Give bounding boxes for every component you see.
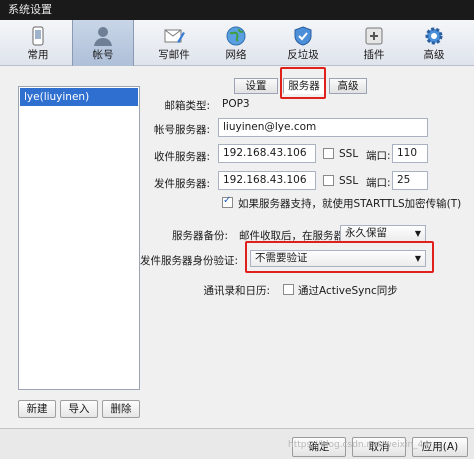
plugin-icon (365, 27, 383, 45)
starttls-checkbox[interactable] (222, 195, 233, 208)
account-server-input[interactable]: liuyinen@lye.com (218, 118, 428, 137)
compose-icon (164, 29, 185, 43)
outgoing-server-label: 发件服务器: (153, 178, 210, 190)
incoming-port-input[interactable]: 110 (392, 144, 428, 163)
mailbox-type-value: POP3 (222, 98, 250, 110)
toolbar-item-advanced[interactable]: 高级 (412, 20, 456, 66)
delete-account-button[interactable]: 删除 (102, 400, 140, 418)
toolbar-label: 常用 (27, 49, 49, 61)
toolbar-label: 反垃圾 (287, 49, 319, 61)
tab-advanced[interactable]: 高级 (329, 78, 367, 94)
shield-icon (294, 26, 312, 46)
toolbar-label: 写邮件 (158, 49, 190, 61)
starttls-label: 如果服务器支持，就使用STARTTLS加密传输(T) (238, 198, 462, 210)
window-title: 系统设置 (8, 3, 52, 16)
phone-icon (32, 26, 44, 46)
backup-label: 服务器备份: (171, 230, 228, 242)
highlight-box-smtp-auth (245, 241, 434, 273)
contacts-calendar-label: 通讯录和日历: (203, 285, 270, 297)
highlight-box-server-tab (280, 67, 326, 99)
outgoing-ssl-label: SSL (339, 175, 359, 187)
incoming-ssl-checkbox[interactable] (323, 148, 334, 159)
backup-select[interactable]: 永久保留 ▼ (340, 225, 426, 242)
toolbar-item-compose[interactable]: 写邮件 (150, 20, 198, 66)
gear-icon (425, 27, 443, 45)
toolbar-label: 帐号 (92, 49, 114, 61)
incoming-server-label: 收件服务器: (153, 151, 210, 163)
settings-toolbar: 常用 帐号 写邮件 网络 反垃圾 插件 高级 (0, 20, 474, 66)
new-account-button[interactable]: 新建 (18, 400, 56, 418)
smtp-auth-label: 发件服务器身份验证: (139, 255, 238, 267)
globe-icon (226, 26, 246, 46)
outgoing-port-input[interactable]: 25 (392, 171, 428, 190)
toolbar-label: 高级 (423, 49, 445, 61)
toolbar-label: 网络 (225, 49, 247, 61)
mailbox-type-label: 邮箱类型: (164, 100, 210, 112)
user-icon (94, 27, 112, 46)
toolbar-item-general[interactable]: 常用 (16, 20, 60, 66)
outgoing-ssl-checkbox[interactable] (323, 175, 334, 186)
toolbar-item-account[interactable]: 帐号 (72, 20, 134, 66)
backup-select-value: 永久保留 (345, 227, 387, 239)
toolbar-item-network[interactable]: 网络 (214, 20, 258, 66)
toolbar-item-antispam[interactable]: 反垃圾 (280, 20, 326, 66)
tab-settings[interactable]: 设置 (234, 78, 278, 94)
import-account-button[interactable]: 导入 (60, 400, 98, 418)
outgoing-server-input[interactable]: 192.168.43.106 (218, 171, 316, 190)
outgoing-port-label: 端口: (366, 177, 391, 189)
incoming-port-label: 端口: (366, 150, 391, 162)
toolbar-item-plugins[interactable]: 插件 (352, 20, 396, 66)
activesync-checkbox[interactable] (283, 284, 294, 295)
incoming-server-input[interactable]: 192.168.43.106 (218, 144, 316, 163)
chevron-down-icon: ▼ (414, 229, 421, 238)
incoming-ssl-label: SSL (339, 148, 359, 160)
account-server-label: 帐号服务器: (153, 124, 210, 136)
window-title-bar: 系统设置 (0, 0, 474, 20)
toolbar-label: 插件 (363, 49, 385, 61)
activesync-label: 通过ActiveSync同步 (298, 285, 398, 297)
watermark: https://blog.csdn.net/weixin_44... (288, 440, 438, 450)
